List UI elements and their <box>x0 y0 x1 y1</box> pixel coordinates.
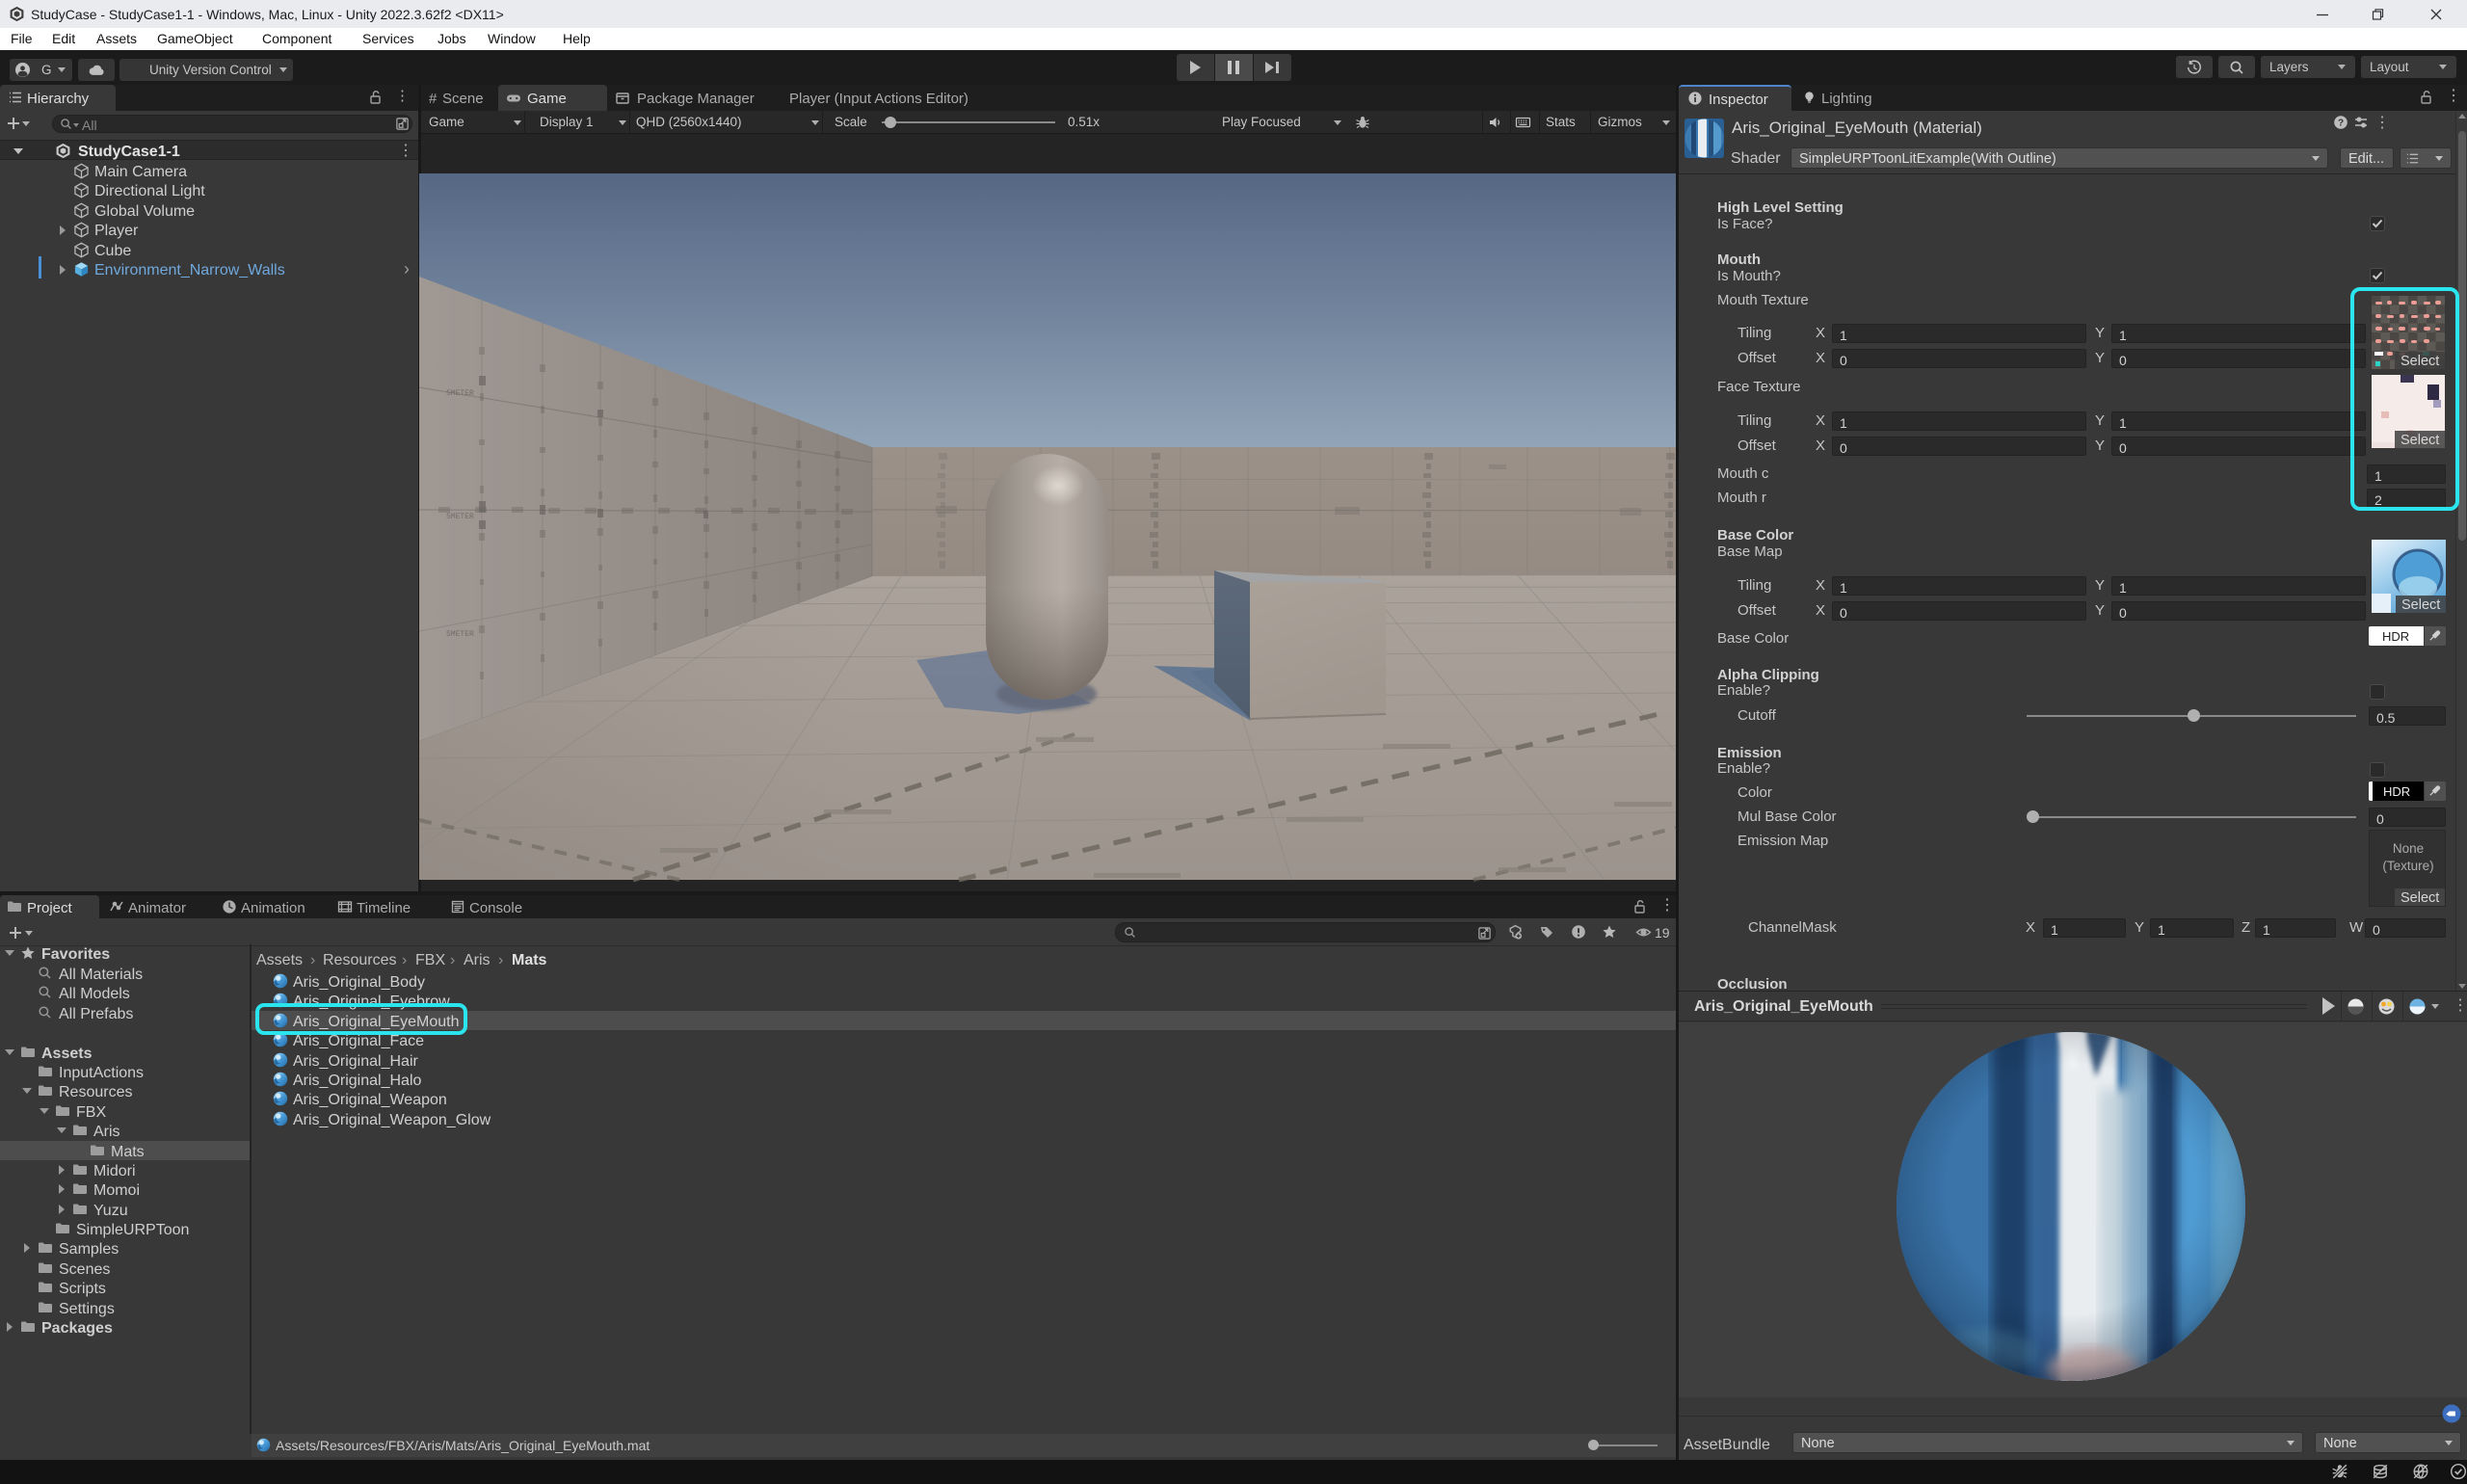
svg-text:5METER: 5METER <box>446 630 474 639</box>
svg-text:?: ? <box>2338 118 2344 128</box>
svg-text:5METER: 5METER <box>446 389 474 398</box>
svg-text:5METER: 5METER <box>446 513 474 521</box>
